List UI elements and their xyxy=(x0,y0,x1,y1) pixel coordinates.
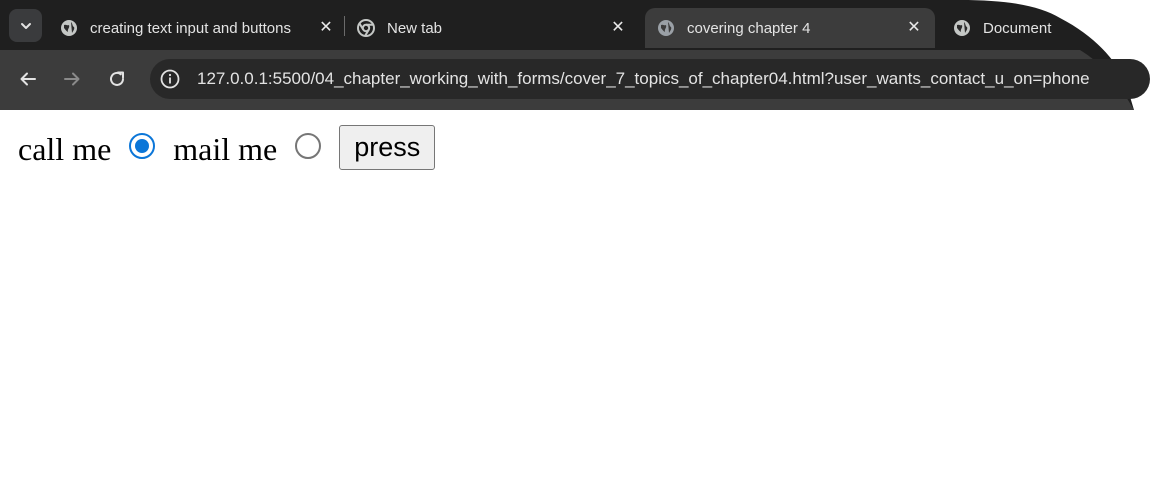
tab-title: Document xyxy=(983,19,1052,37)
back-button[interactable] xyxy=(13,64,43,94)
press-button[interactable]: press xyxy=(339,125,436,170)
mail-me-label: mail me xyxy=(173,130,278,167)
tab-covering-chapter-4[interactable]: covering chapter 4 ✕ xyxy=(645,8,935,48)
tab-title: New tab xyxy=(387,19,443,37)
info-icon[interactable] xyxy=(159,68,181,90)
globe-icon xyxy=(60,19,78,37)
forward-button[interactable] xyxy=(57,64,87,94)
globe-icon xyxy=(657,19,675,37)
arrow-right-icon xyxy=(64,72,80,86)
tab-separator xyxy=(344,16,345,36)
arrow-left-icon xyxy=(20,72,36,86)
tab-title: covering chapter 4 xyxy=(687,19,811,37)
close-icon[interactable]: ✕ xyxy=(609,19,627,37)
mail-me-radio[interactable] xyxy=(295,133,322,159)
call-me-radio[interactable] xyxy=(129,133,156,159)
globe-icon xyxy=(953,19,971,37)
browser-chrome: creating text input and buttons ✕ New ta… xyxy=(0,0,1174,110)
tab-strip: creating text input and buttons ✕ New ta… xyxy=(0,0,1174,50)
reload-icon xyxy=(110,71,124,86)
tab-creating-text-input[interactable]: creating text input and buttons ✕ xyxy=(60,8,335,48)
tab-title: creating text input and buttons xyxy=(90,19,291,37)
page-content: call me mail me press xyxy=(18,125,436,170)
chevron-down-icon xyxy=(20,22,31,29)
tab-new-tab[interactable]: New tab ✕ xyxy=(357,8,627,48)
address-bar[interactable]: 127.0.0.1:5500/04_chapter_working_with_f… xyxy=(150,59,1150,99)
tab-search-button[interactable] xyxy=(9,9,42,42)
reload-button[interactable] xyxy=(102,64,132,94)
toolbar: 127.0.0.1:5500/04_chapter_working_with_f… xyxy=(0,50,1174,108)
close-icon[interactable]: ✕ xyxy=(317,19,335,37)
tab-document[interactable]: Document xyxy=(953,8,1103,48)
url-text: 127.0.0.1:5500/04_chapter_working_with_f… xyxy=(197,69,1090,88)
call-me-label: call me xyxy=(18,130,112,167)
chrome-icon xyxy=(357,19,375,37)
close-icon[interactable]: ✕ xyxy=(905,19,923,37)
